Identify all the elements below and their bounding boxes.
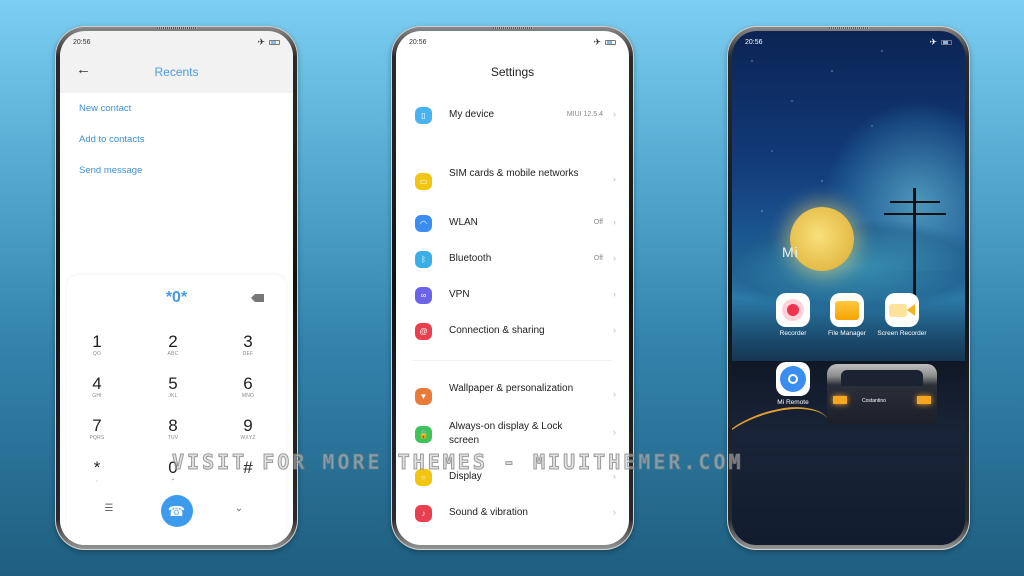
settings-item-sim-cards-mobile-networks[interactable]: ▭ SIM cards & mobile networks › <box>396 167 629 197</box>
settings-item-wallpaper-personalization[interactable]: ▼ Wallpaper & personalization › <box>396 382 629 412</box>
settings-icon: ◠ <box>415 215 432 232</box>
wallpaper-car: Costantino <box>827 364 937 424</box>
divider <box>413 360 612 361</box>
status-time: 20:56 <box>73 38 91 46</box>
car-taillight <box>917 396 931 404</box>
app-file-manager[interactable]: File Manager <box>822 293 872 338</box>
settings-item-value: Off <box>593 219 603 226</box>
chevron-right-icon: › <box>613 289 616 299</box>
key-6[interactable]: 6 MNO <box>218 375 278 400</box>
app-screen-recorder[interactable]: Screen Recorder <box>877 293 927 338</box>
settings-item-value: MIUI 12.5.4 <box>566 111 603 118</box>
chevron-right-icon: › <box>613 253 616 263</box>
recorder-icon <box>776 293 810 327</box>
wallpaper-pole-bar <box>890 201 940 203</box>
wallpaper-pole <box>913 188 916 308</box>
chevron-right-icon: › <box>613 427 616 437</box>
key-4[interactable]: 4 GHI <box>67 375 127 400</box>
page-title: Recents <box>154 65 199 79</box>
settings-icon: ▯ <box>415 107 432 124</box>
settings-item-label: WLAN <box>449 217 478 228</box>
settings-item-label: Wallpaper & personalization <box>449 383 574 394</box>
app-recorder[interactable]: Recorder <box>768 293 818 338</box>
chevron-right-icon: › <box>613 507 616 517</box>
app-mi-remote[interactable]: Mi Remote <box>768 362 818 407</box>
battery-icon <box>941 39 952 45</box>
airplane-icon: ✈ <box>257 36 265 47</box>
chevron-right-icon: › <box>613 109 616 119</box>
settings-item-sound-vibration[interactable]: ♪ Sound & vibration › <box>396 502 629 532</box>
airplane-icon: ✈ <box>929 36 937 47</box>
wallpaper-moon <box>790 207 854 271</box>
settings-item-label: Sound & vibration <box>449 507 528 518</box>
chevron-right-icon: › <box>613 174 616 184</box>
status-bar: 20:56 ✈ <box>732 31 965 53</box>
settings-item-label: Always-on display & Lock screen <box>449 421 563 446</box>
settings-item-label: My device <box>449 109 495 120</box>
key-5[interactable]: 5 JKL <box>143 375 203 400</box>
mi-logo: Mi <box>782 244 799 260</box>
settings-item-always-on-display-lock-screen[interactable]: 🔒 Always-on display & Lock screen › <box>396 420 629 450</box>
settings-item-label: Bluetooth <box>449 253 492 264</box>
status-bar: 20:56 ✈ <box>60 31 293 53</box>
settings-item-vpn[interactable]: ∞ VPN › <box>396 284 629 314</box>
send-message-link[interactable]: Send message <box>79 165 142 176</box>
settings-icon: ᛒ <box>415 251 432 268</box>
key-8[interactable]: 8 TUV <box>143 417 203 442</box>
key-3[interactable]: 3 DEF <box>218 333 278 358</box>
status-time: 20:56 <box>745 38 763 46</box>
settings-item-connection-sharing[interactable]: @ Connection & sharing › <box>396 320 629 350</box>
hide-keypad-icon[interactable]: ⌄ <box>233 504 245 514</box>
page-title: Settings <box>490 65 535 79</box>
folder-icon <box>830 293 864 327</box>
dial-pad: *0* 1 QO 2 ABC 3 DEF 4 GHI 5 JKL 6 MNO 7 PQRS 8… <box>67 275 286 545</box>
battery-icon <box>269 39 280 45</box>
key-2[interactable]: 2 ABC <box>143 333 203 358</box>
remote-icon <box>776 362 810 396</box>
settings-item-my-device[interactable]: ▯ My device MIUI 12.5.4 › <box>396 104 629 134</box>
watermark: VISIT FOR MORE THEMES - MIUITHEMER.COM <box>172 450 744 475</box>
settings-icon: ▭ <box>415 173 432 190</box>
car-window <box>841 370 923 386</box>
car-taillight <box>833 396 847 404</box>
phone-home: Mi Costantino 20:56 ✈ Recorder File Mana… <box>727 26 970 550</box>
phone-icon: ☎ <box>167 502 186 519</box>
status-time: 20:56 <box>409 38 427 46</box>
settings-icon: ▼ <box>415 388 432 405</box>
settings-icon: 🔒 <box>415 426 432 443</box>
key-7[interactable]: 7 PQRS <box>67 417 127 442</box>
settings-item-label: VPN <box>449 289 470 300</box>
airplane-icon: ✈ <box>593 36 601 47</box>
settings-item-value: Off <box>593 255 603 262</box>
status-bar: 20:56 ✈ <box>396 31 629 53</box>
settings-icon: @ <box>415 323 432 340</box>
dialer-header: ← Recents <box>60 53 293 93</box>
chevron-right-icon: › <box>613 325 616 335</box>
add-to-contacts-link[interactable]: Add to contacts <box>79 134 144 145</box>
battery-icon <box>605 39 616 45</box>
car-plate: Costantino <box>862 398 886 404</box>
key-9[interactable]: 9 WXYZ <box>218 417 278 442</box>
new-contact-link[interactable]: New contact <box>79 103 131 114</box>
menu-icon[interactable]: ☰ <box>103 504 115 514</box>
wallpaper-pole-bar <box>884 213 946 215</box>
settings-icon: ∞ <box>415 287 432 304</box>
settings-icon: ♪ <box>415 505 432 522</box>
settings-item-wlan[interactable]: ◠ WLAN Off › <box>396 212 629 242</box>
chevron-right-icon: › <box>613 389 616 399</box>
key-1[interactable]: 1 QO <box>67 333 127 358</box>
settings-item-bluetooth[interactable]: ᛒ Bluetooth Off › <box>396 248 629 278</box>
settings-item-label: Connection & sharing <box>449 325 545 336</box>
home-screen: Mi Costantino 20:56 ✈ Recorder File Mana… <box>732 31 965 545</box>
settings-item-label: SIM cards & mobile networks <box>449 168 579 179</box>
chevron-right-icon: › <box>613 217 616 227</box>
call-button[interactable]: ☎ <box>160 495 193 527</box>
video-camera-icon <box>885 293 919 327</box>
key-star[interactable]: *, <box>67 459 127 484</box>
